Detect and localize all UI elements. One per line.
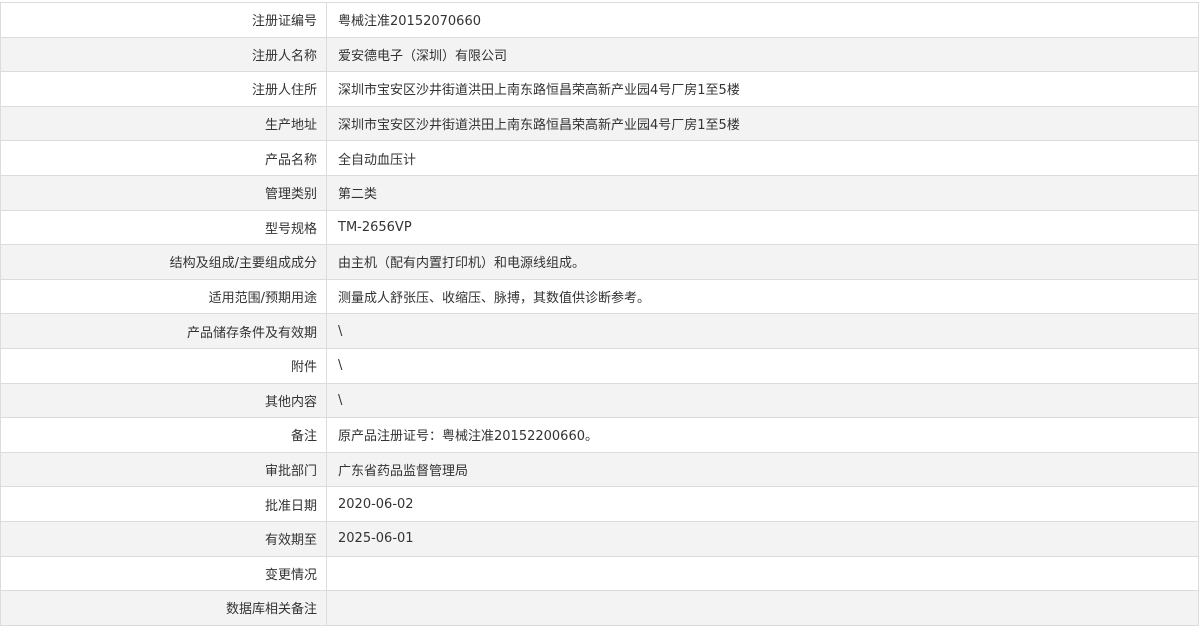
field-label: 其他内容 (0, 382, 327, 419)
field-label: 生产地址 (0, 105, 327, 142)
field-value: 第二类 (326, 174, 1199, 211)
table-row: 生产地址 深圳市宝安区沙井街道洪田上南东路恒昌荣高新产业园4号厂房1至5楼 (0, 105, 1199, 142)
field-label: 管理类别 (0, 174, 327, 211)
field-value (326, 590, 1199, 626)
field-value (326, 555, 1199, 592)
field-label: 备注 (0, 417, 327, 453)
field-label: 型号规格 (0, 209, 327, 246)
table-row: 结构及组成/主要组成成分 由主机（配有内置打印机）和电源线组成。 (0, 244, 1199, 280)
field-label: 变更情况 (0, 555, 327, 592)
field-label: 附件 (0, 347, 327, 384)
field-label: 审批部门 (0, 451, 327, 488)
field-label: 批准日期 (0, 486, 327, 522)
field-value: 广东省药品监督管理局 (326, 451, 1199, 488)
table-row: 型号规格 TM-2656VP (0, 209, 1199, 246)
field-value: \ (326, 313, 1199, 349)
field-value: 测量成人舒张压、收缩压、脉搏，其数值供诊断参考。 (326, 278, 1199, 315)
field-value: 由主机（配有内置打印机）和电源线组成。 (326, 244, 1199, 280)
field-value: 原产品注册证号：粤械注准20152200660。 (326, 417, 1199, 453)
table-row: 产品储存条件及有效期 \ (0, 313, 1199, 349)
field-value: 粤械注准20152070660 (326, 2, 1199, 38)
field-label: 数据库相关备注 (0, 590, 327, 626)
field-value: 2025-06-01 (326, 520, 1199, 557)
field-label: 有效期至 (0, 520, 327, 557)
table-row: 产品名称 全自动血压计 (0, 140, 1199, 176)
table-row: 注册人住所 深圳市宝安区沙井街道洪田上南东路恒昌荣高新产业园4号厂房1至5楼 (0, 71, 1199, 107)
table-row: 管理类别 第二类 (0, 174, 1199, 211)
field-label: 注册证编号 (0, 2, 327, 38)
table-row: 其他内容 \ (0, 382, 1199, 419)
field-value: 全自动血压计 (326, 140, 1199, 176)
field-label: 产品名称 (0, 140, 327, 176)
field-value: TM-2656VP (326, 209, 1199, 246)
field-label: 注册人住所 (0, 71, 327, 107)
table-row: 数据库相关备注 (0, 590, 1199, 626)
field-label: 注册人名称 (0, 36, 327, 73)
table-row: 审批部门 广东省药品监督管理局 (0, 451, 1199, 488)
table-row: 附件 \ (0, 347, 1199, 384)
table-row: 有效期至 2025-06-01 (0, 520, 1199, 557)
field-value: 深圳市宝安区沙井街道洪田上南东路恒昌荣高新产业园4号厂房1至5楼 (326, 71, 1199, 107)
registration-record-table: 注册证编号 粤械注准20152070660 注册人名称 爱安德电子（深圳）有限公… (0, 2, 1199, 626)
table-row: 注册证编号 粤械注准20152070660 (0, 2, 1199, 38)
field-label: 适用范围/预期用途 (0, 278, 327, 315)
field-label: 结构及组成/主要组成成分 (0, 244, 327, 280)
table-row: 注册人名称 爱安德电子（深圳）有限公司 (0, 36, 1199, 73)
field-value: \ (326, 347, 1199, 384)
table-row: 变更情况 (0, 555, 1199, 592)
field-label: 产品储存条件及有效期 (0, 313, 327, 349)
table-row: 适用范围/预期用途 测量成人舒张压、收缩压、脉搏，其数值供诊断参考。 (0, 278, 1199, 315)
field-value: 爱安德电子（深圳）有限公司 (326, 36, 1199, 73)
table-row: 批准日期 2020-06-02 (0, 486, 1199, 522)
table-row: 备注 原产品注册证号：粤械注准20152200660。 (0, 417, 1199, 453)
field-value: \ (326, 382, 1199, 419)
field-value: 深圳市宝安区沙井街道洪田上南东路恒昌荣高新产业园4号厂房1至5楼 (326, 105, 1199, 142)
field-value: 2020-06-02 (326, 486, 1199, 522)
